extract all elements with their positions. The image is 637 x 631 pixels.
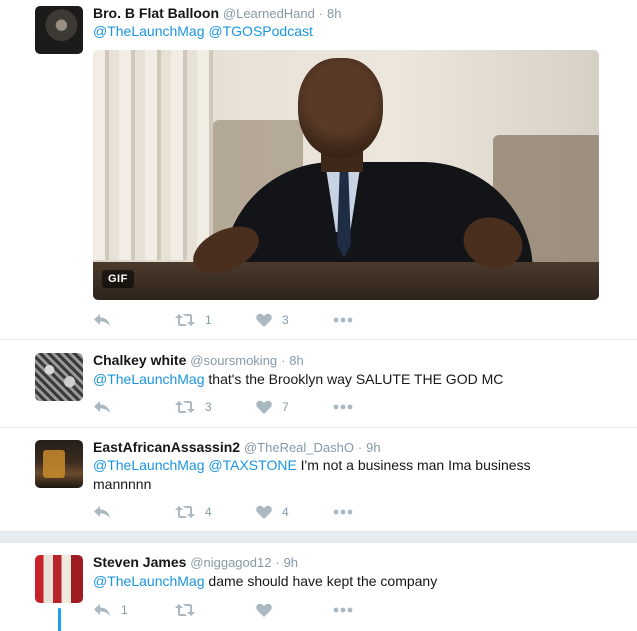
- reply-button[interactable]: [93, 397, 111, 417]
- timestamp[interactable]: 9h: [284, 555, 298, 570]
- like-button[interactable]: 3: [256, 310, 289, 330]
- display-name[interactable]: Bro. B Flat Balloon: [93, 5, 219, 21]
- mention-link[interactable]: @TheLaunchMag: [93, 371, 205, 387]
- retweet-icon: [175, 314, 195, 326]
- like-button[interactable]: [256, 600, 282, 620]
- mention-link[interactable]: @TAXSTONE: [208, 457, 296, 473]
- tweet[interactable]: Bro. B Flat Balloon @LearnedHand · 8h @T…: [0, 0, 637, 340]
- more-button[interactable]: [333, 502, 353, 522]
- retweet-button[interactable]: 3: [175, 397, 212, 417]
- tweet-body: that's the Brooklyn way SALUTE THE GOD M…: [204, 371, 504, 387]
- like-button[interactable]: 7: [256, 397, 289, 417]
- reply-button[interactable]: [93, 502, 111, 522]
- retweet-button[interactable]: 1: [175, 310, 212, 330]
- tweet-header: Chalkey white @soursmoking · 8h: [93, 352, 304, 368]
- more-button[interactable]: [333, 310, 353, 330]
- reply-icon: [94, 506, 110, 518]
- avatar[interactable]: [35, 6, 83, 54]
- more-icon: [333, 317, 353, 323]
- tweet[interactable]: Chalkey white @soursmoking · 8h @TheLaun…: [0, 340, 637, 428]
- like-button[interactable]: 4: [256, 502, 289, 522]
- reply-icon: [94, 604, 110, 616]
- conversation-separator: [0, 531, 637, 543]
- tweet[interactable]: EastAfricanAssassin2 @TheReal_DashO · 9h…: [0, 428, 637, 531]
- tweet-text: @TheLaunchMag @TGOSPodcast: [93, 22, 613, 41]
- like-count: 4: [282, 505, 289, 519]
- retweet-count: 1: [205, 313, 212, 327]
- mention-link[interactable]: @TheLaunchMag: [93, 573, 205, 589]
- retweet-button[interactable]: 4: [175, 502, 212, 522]
- reply-button[interactable]: [93, 310, 111, 330]
- retweet-icon: [175, 506, 195, 518]
- avatar[interactable]: [35, 440, 83, 488]
- heart-icon: [256, 603, 272, 617]
- username[interactable]: @TheReal_DashO: [244, 440, 354, 455]
- like-count: 3: [282, 313, 289, 327]
- gif-frame-head: [298, 58, 383, 158]
- timestamp[interactable]: 8h: [327, 6, 341, 21]
- reply-button[interactable]: 1: [93, 600, 128, 620]
- heart-icon: [256, 400, 272, 414]
- reply-icon: [94, 314, 110, 326]
- avatar[interactable]: [35, 353, 83, 401]
- tweet-header: Bro. B Flat Balloon @LearnedHand · 8h: [93, 5, 341, 21]
- gif-badge: GIF: [102, 270, 134, 288]
- more-button[interactable]: [333, 397, 353, 417]
- username[interactable]: @soursmoking: [190, 353, 277, 368]
- more-button[interactable]: [333, 600, 353, 620]
- gif-frame-table: [93, 262, 599, 300]
- timestamp[interactable]: 9h: [366, 440, 380, 455]
- display-name[interactable]: EastAfricanAssassin2: [93, 439, 240, 455]
- retweet-count: 3: [205, 400, 212, 414]
- mention-link[interactable]: @TGOSPodcast: [208, 23, 312, 39]
- username[interactable]: @LearnedHand: [223, 6, 315, 21]
- separator: ·: [275, 555, 280, 570]
- timestamp[interactable]: 8h: [289, 353, 303, 368]
- gif-frame-background: [93, 50, 213, 260]
- separator: ·: [318, 6, 324, 21]
- display-name[interactable]: Chalkey white: [93, 352, 186, 368]
- mention-link[interactable]: @TheLaunchMag: [93, 457, 205, 473]
- tweet-text: @TheLaunchMag dame should have kept the …: [93, 572, 613, 591]
- tweet-text: @TheLaunchMag that's the Brooklyn way SA…: [93, 370, 613, 389]
- tweet-body: dame should have kept the company: [204, 573, 438, 589]
- gif-media[interactable]: GIF: [93, 50, 599, 300]
- tweet-text: @TheLaunchMag @TAXSTONE I'm not a busine…: [93, 456, 563, 494]
- thread-connector-line: [58, 608, 61, 631]
- avatar[interactable]: [35, 555, 83, 603]
- retweet-icon: [175, 401, 195, 413]
- tweet-header: EastAfricanAssassin2 @TheReal_DashO · 9h: [93, 439, 381, 455]
- tweet-header: Steven James @niggagod12 · 9h: [93, 554, 298, 570]
- display-name[interactable]: Steven James: [93, 554, 186, 570]
- heart-icon: [256, 313, 272, 327]
- reply-icon: [94, 401, 110, 413]
- more-icon: [333, 404, 353, 410]
- heart-icon: [256, 505, 272, 519]
- retweet-count: 4: [205, 505, 212, 519]
- like-count: 7: [282, 400, 289, 414]
- username[interactable]: @niggagod12: [190, 555, 271, 570]
- retweet-icon: [175, 604, 195, 616]
- reply-count: 1: [121, 603, 128, 617]
- separator: ·: [357, 440, 363, 455]
- mention-link[interactable]: @TheLaunchMag: [93, 23, 205, 39]
- more-icon: [333, 607, 353, 613]
- more-icon: [333, 509, 353, 515]
- tweet[interactable]: Steven James @niggagod12 · 9h @TheLaunch…: [0, 543, 637, 631]
- separator: ·: [281, 353, 286, 368]
- retweet-button[interactable]: [175, 600, 205, 620]
